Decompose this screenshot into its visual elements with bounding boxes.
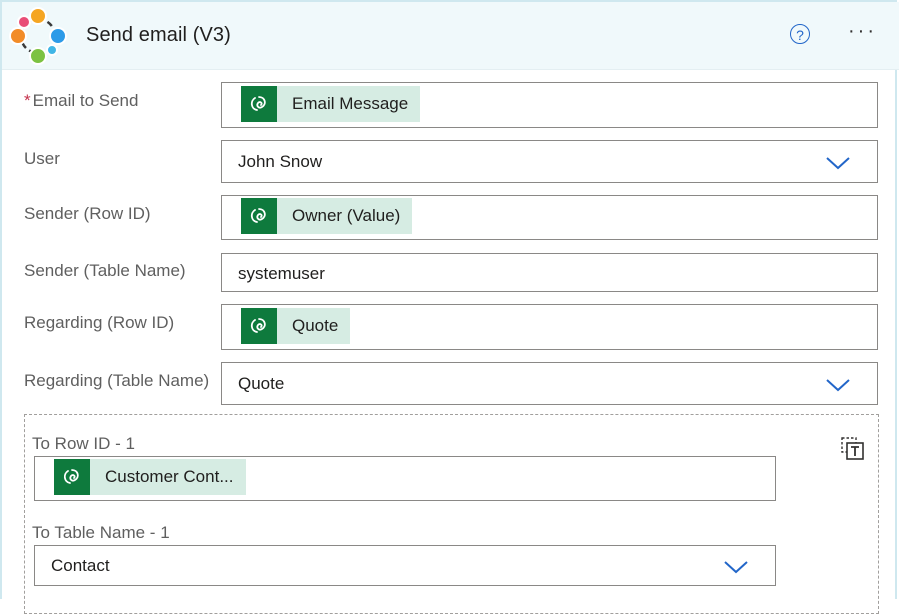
regarding-row-id-field[interactable]: Quote: [221, 304, 878, 350]
token-label: Owner (Value): [292, 206, 401, 225]
email-to-send-field[interactable]: Email Message: [221, 82, 878, 128]
regarding-table-name-label: Regarding (Table Name): [24, 371, 210, 390]
dataverse-icon: [54, 459, 90, 495]
dataverse-icon: [241, 308, 277, 344]
user-dropdown[interactable]: John Snow: [221, 140, 878, 183]
help-icon[interactable]: ?: [790, 24, 810, 44]
quote-token[interactable]: Quote: [241, 308, 351, 344]
action-card: Send email (V3) ? ··· * Email to Send Ema…: [0, 0, 899, 614]
regarding-table-name-value: Quote: [238, 374, 285, 393]
token-label: Customer Cont...: [105, 467, 234, 486]
sender-table-name-label: Sender (Table Name): [24, 261, 186, 280]
customer-contact-token[interactable]: Customer Cont...: [54, 459, 246, 495]
regarding-table-name-dropdown[interactable]: Quote: [221, 362, 878, 405]
to-table-name-dropdown[interactable]: Contact: [34, 545, 776, 586]
user-label: User: [24, 149, 60, 168]
to-row-id-field[interactable]: Customer Cont...: [34, 456, 776, 501]
to-table-name-label: To Table Name - 1: [32, 523, 170, 542]
to-table-name-value: Contact: [51, 556, 110, 575]
required-marker: *: [24, 91, 31, 110]
sender-row-id-field[interactable]: Owner (Value): [221, 195, 878, 240]
chevron-down-icon[interactable]: [825, 377, 851, 393]
regarding-row-id-label: Regarding (Row ID): [24, 313, 175, 332]
sender-table-name-value: systemuser: [238, 264, 325, 283]
more-options-icon[interactable]: ···: [848, 21, 882, 44]
owner-value-token[interactable]: Owner (Value): [241, 198, 413, 234]
chevron-down-icon[interactable]: [723, 559, 749, 575]
email-to-send-label-text: Email to Send: [32, 91, 139, 110]
email-message-token[interactable]: Email Message: [241, 86, 421, 122]
action-title: Send email (V3): [86, 24, 231, 46]
token-label: Quote: [292, 316, 339, 335]
sender-row-id-label: Sender (Row ID): [24, 204, 151, 223]
dataverse-connector-logo-icon: [9, 7, 67, 65]
token-label: Email Message: [292, 94, 409, 113]
sender-table-name-input[interactable]: systemuser: [221, 253, 878, 292]
chevron-down-icon[interactable]: [825, 155, 851, 171]
to-row-id-label: To Row ID - 1: [32, 434, 135, 453]
dataverse-icon: [241, 86, 277, 122]
dataverse-icon: [241, 198, 277, 234]
user-value: John Snow: [238, 152, 323, 171]
email-to-send-label: * Email to Send: [24, 91, 138, 111]
switch-to-text-mode-icon[interactable]: [840, 436, 866, 462]
card-header[interactable]: Send email (V3) ? ···: [2, 2, 899, 70]
